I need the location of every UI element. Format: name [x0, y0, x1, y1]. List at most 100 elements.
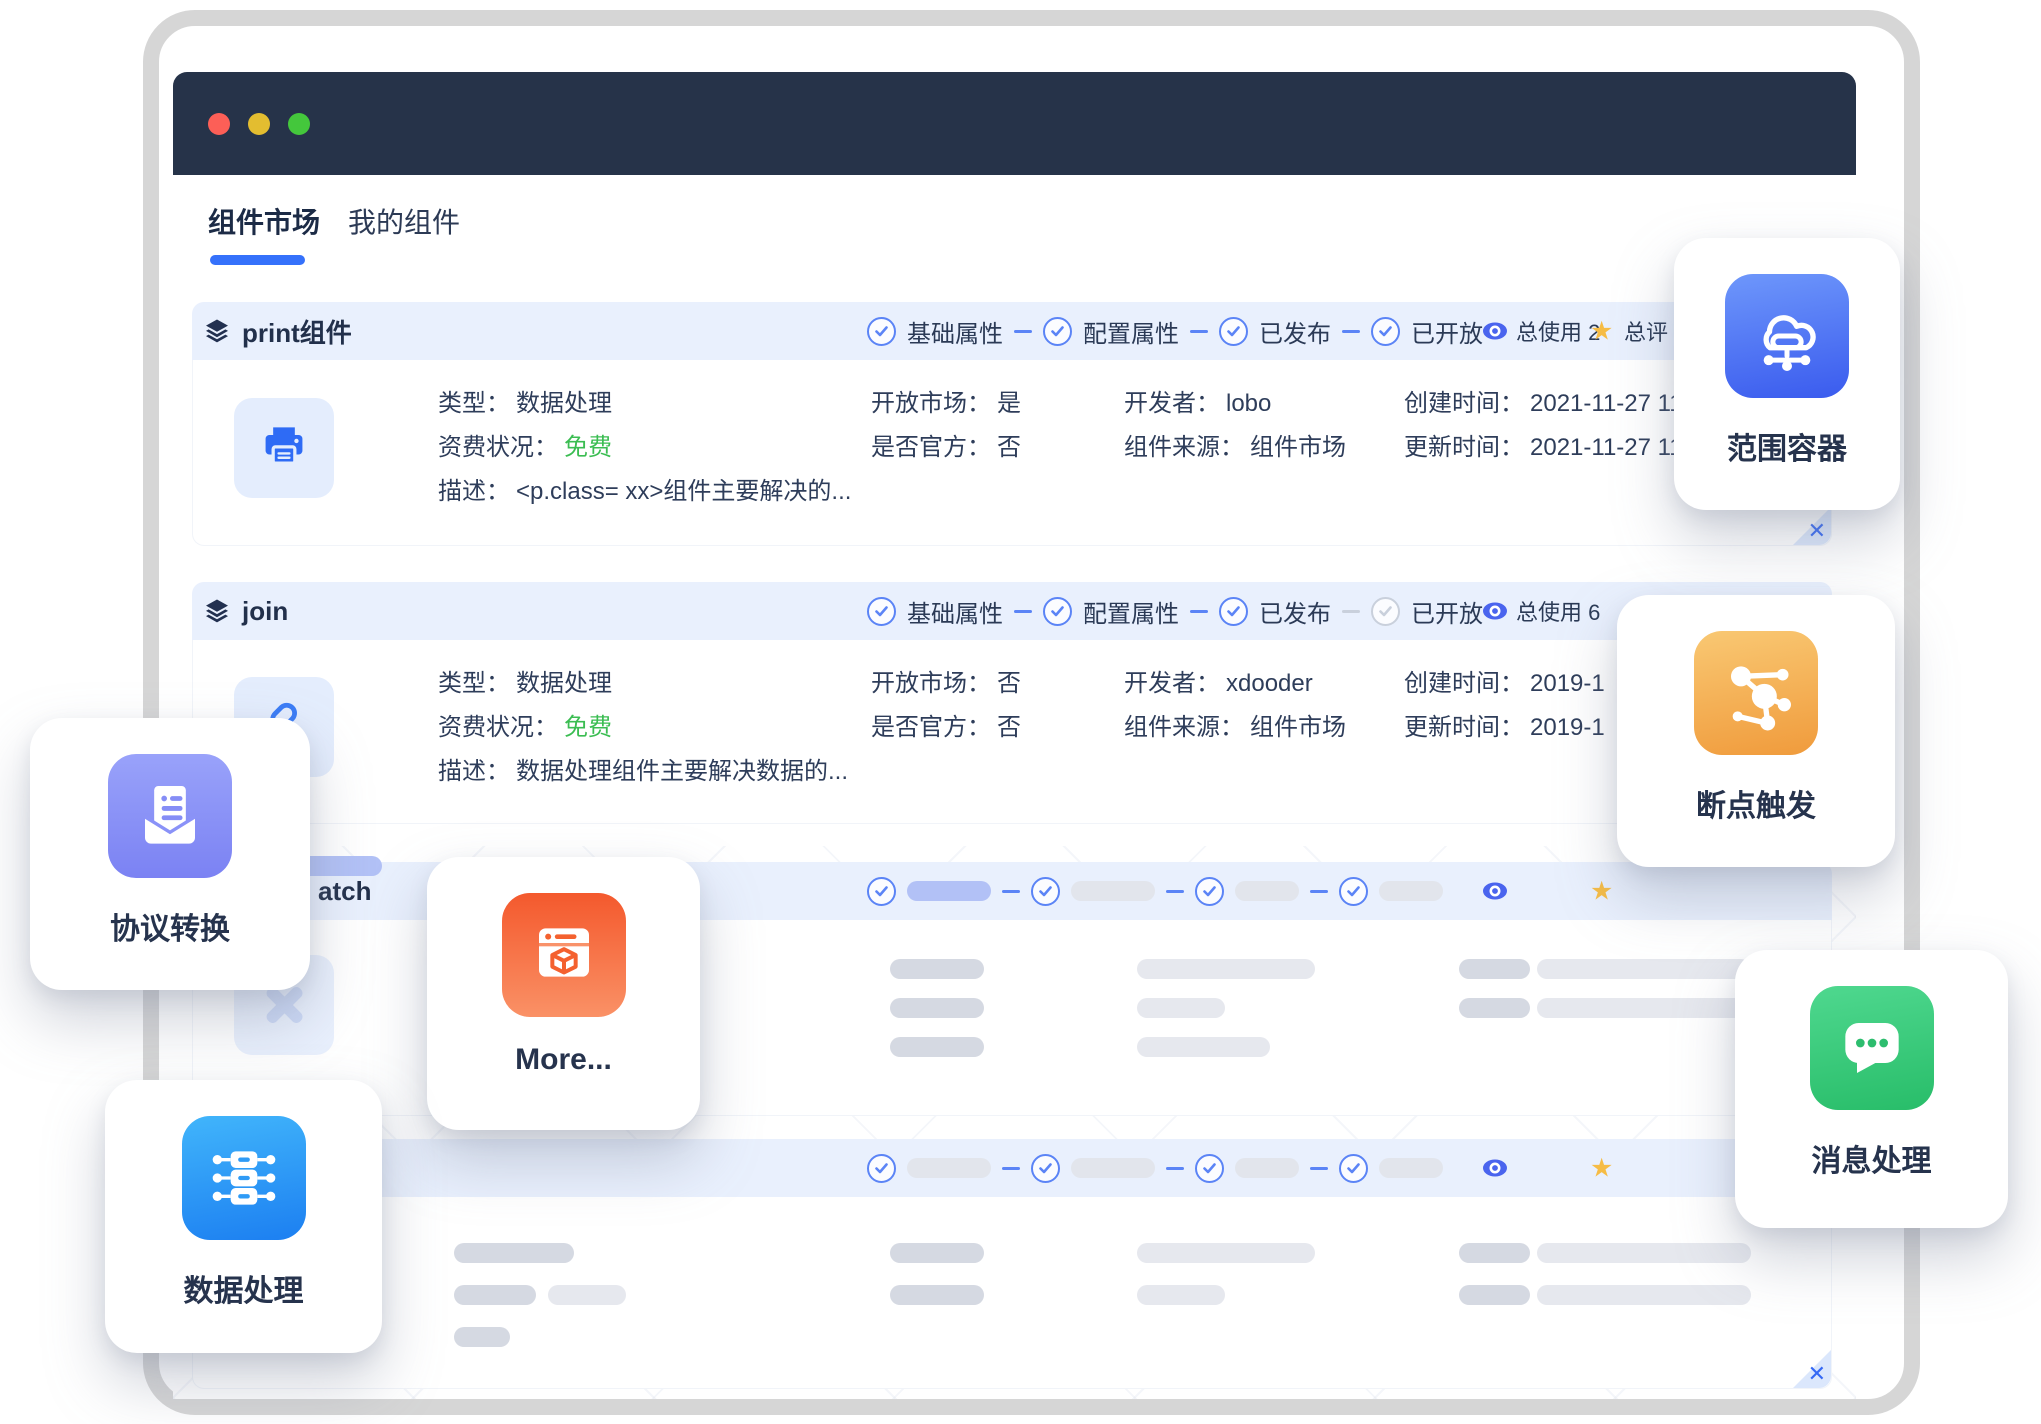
field-label: 创建时间：	[1404, 390, 1524, 417]
skeleton-pill	[454, 1285, 536, 1305]
field-label: 描述：	[438, 478, 510, 505]
star-icon: ★	[1590, 876, 1613, 907]
component-card-join[interactable]: join 基础属性 配置属性 已发布 已开放 总使用 6	[192, 582, 1832, 824]
field-label: 是否官方：	[871, 714, 991, 741]
usage-count: 总使用 2	[1516, 315, 1600, 347]
skeleton-pill	[1459, 1285, 1530, 1305]
component-card-print[interactable]: print组件 基础属性 配置属性 已发布 已开放 总使用 2 ★ 总评	[192, 302, 1832, 546]
eye-icon	[1482, 321, 1508, 341]
feature-tile-protocol-conversion[interactable]: 协议转换	[30, 718, 310, 990]
step-connector	[1190, 610, 1208, 613]
skeleton-pill	[1071, 1158, 1155, 1178]
step-connector	[1310, 890, 1328, 893]
step-connector	[1190, 330, 1208, 333]
skeleton-pill	[1459, 959, 1530, 979]
skeleton-pill	[1537, 1243, 1751, 1263]
feature-tile-more[interactable]: More...	[427, 857, 700, 1130]
check-icon	[1339, 1154, 1368, 1183]
check-icon	[1339, 877, 1368, 906]
feature-tile-breakpoint-trigger[interactable]: 断点触发	[1617, 595, 1895, 867]
step-connector	[1342, 610, 1360, 613]
layers-icon	[204, 598, 230, 624]
step-label: 基础属性	[907, 594, 1003, 629]
step-label: 基础属性	[907, 314, 1003, 349]
feature-tile-message-processing[interactable]: 消息处理	[1735, 950, 2008, 1228]
close-icon[interactable]: ✕	[1808, 518, 1826, 544]
star-icon: ★	[1590, 1153, 1613, 1184]
skeleton-pill	[1137, 959, 1315, 979]
skeleton-pill	[1137, 1243, 1315, 1263]
check-icon	[1031, 1154, 1060, 1183]
skeleton-pill	[454, 1327, 510, 1347]
feature-tile-data-processing[interactable]: 数据处理	[105, 1080, 382, 1353]
skeleton-pill	[890, 1037, 984, 1057]
field-column: 开发者：lobo 组件来源：组件市场	[1124, 382, 1346, 470]
tab-my-components[interactable]: 我的组件	[348, 201, 460, 265]
field-column: 类型：数据处理 资费状况：免费 描述：数据处理组件主要解决数据的...	[438, 662, 848, 794]
minimize-window-icon[interactable]	[248, 113, 270, 135]
field-value: 数据处理	[516, 670, 612, 697]
field-value: 组件市场	[1250, 714, 1346, 741]
chat-bubble-icon	[1810, 986, 1934, 1110]
card-body: ✕	[192, 1197, 1832, 1389]
skeleton-pill	[1235, 881, 1299, 901]
close-window-icon[interactable]	[208, 113, 230, 135]
card-corner: ✕	[1793, 1350, 1831, 1388]
field-label: 描述：	[438, 758, 510, 785]
card-header: print组件 基础属性 配置属性 已发布 已开放 总使用 2 ★ 总评	[192, 302, 1832, 360]
field-label: 组件来源：	[1124, 714, 1244, 741]
step-connector	[1166, 890, 1184, 893]
card-corner: ✕	[1793, 507, 1831, 545]
check-icon	[1219, 317, 1248, 346]
step-connector	[1014, 330, 1032, 333]
close-icon[interactable]: ✕	[1808, 1361, 1826, 1387]
field-column: 创建时间：2021-11-27 11:2 更新时间：2021-11-27 11:…	[1404, 382, 1703, 470]
step-connector	[1310, 1167, 1328, 1170]
skeleton-pill	[1137, 1285, 1225, 1305]
field-value: 否	[997, 434, 1021, 461]
field-value: 2019-1	[1530, 714, 1605, 741]
app-window: 组件市场 我的组件 print组件 基础属性 配置属性 已发布	[173, 72, 1856, 1399]
feature-tile-label: 数据处理	[184, 1266, 304, 1310]
step-label: 已发布	[1259, 314, 1331, 349]
tab-bar: 组件市场 我的组件	[208, 201, 460, 265]
eye-icon	[1482, 881, 1508, 901]
field-column: 开放市场：是 是否官方：否	[871, 382, 1021, 470]
field-value: 否	[997, 670, 1021, 697]
component-card-skeleton[interactable]: ★ ✕	[192, 1139, 1832, 1389]
feature-tile-label: 断点触发	[1696, 781, 1816, 825]
skeleton-pill	[1459, 998, 1530, 1018]
card-title: print组件	[242, 313, 352, 350]
step-connector	[1014, 610, 1032, 613]
maximize-window-icon[interactable]	[288, 113, 310, 135]
step-connector	[1002, 890, 1020, 893]
cloud-network-icon	[1725, 274, 1849, 398]
check-icon	[867, 597, 896, 626]
field-column: 开发者：xdooder 组件来源：组件市场	[1124, 662, 1346, 750]
skeleton-pill	[1379, 1158, 1443, 1178]
status-steps: 基础属性 配置属性 已发布 已开放	[867, 302, 1483, 360]
tab-component-market[interactable]: 组件市场	[208, 201, 320, 265]
layers-icon	[204, 318, 230, 344]
rating-label: 总评	[1624, 315, 1668, 347]
check-icon	[867, 1154, 896, 1183]
step-label: 已开放	[1411, 594, 1483, 629]
field-value: 是	[997, 390, 1021, 417]
skeleton-pill	[890, 959, 984, 979]
feature-tile-label: 协议转换	[110, 904, 230, 948]
eye-icon	[1482, 1158, 1508, 1178]
skeleton-pill	[890, 1243, 984, 1263]
skeleton-pill	[1537, 998, 1751, 1018]
check-icon	[1219, 597, 1248, 626]
skeleton-pill	[1137, 1037, 1270, 1057]
field-value: 否	[997, 714, 1021, 741]
feature-tile-scope-container[interactable]: 范围容器	[1674, 238, 1900, 510]
feature-tile-label: 范围容器	[1727, 424, 1847, 468]
step-connector	[1342, 330, 1360, 333]
field-value: 免费	[564, 714, 612, 741]
card-header: ★	[192, 1139, 1832, 1197]
status-steps	[867, 862, 1443, 920]
printer-icon	[258, 422, 310, 474]
check-icon	[1031, 877, 1060, 906]
field-label: 创建时间：	[1404, 670, 1524, 697]
